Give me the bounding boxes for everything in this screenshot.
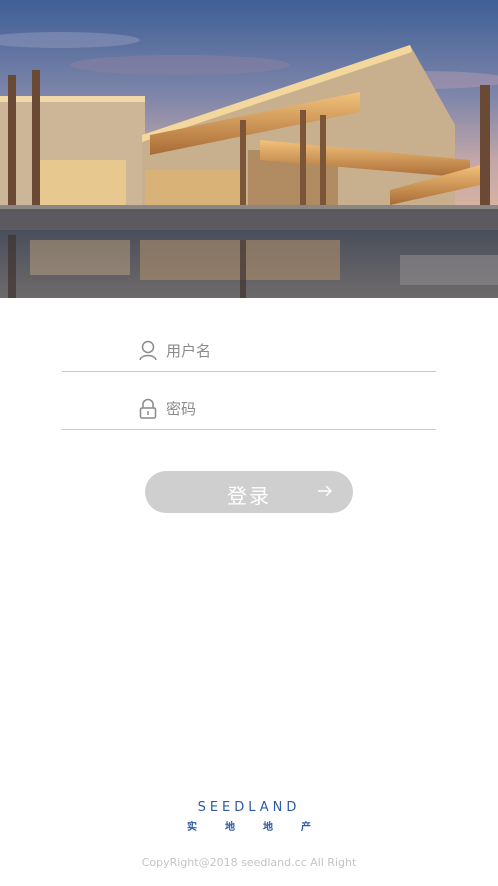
username-input[interactable] (166, 338, 416, 364)
seedland-logo: SEEDLAND 实 地 地 产 (180, 798, 318, 834)
hero-image (0, 0, 498, 298)
password-input[interactable] (166, 396, 416, 422)
lock-icon (138, 398, 158, 420)
logo-cn-char: 地 (263, 822, 273, 833)
logo-cn-char: 地 (225, 822, 235, 833)
logo-cn-char: 实 (187, 822, 197, 833)
login-button[interactable]: 登录 (145, 471, 353, 513)
logo-text: SEEDLAND (198, 800, 301, 815)
username-field-row (62, 332, 436, 372)
user-icon (138, 340, 158, 362)
logo-cn-char: 产 (301, 822, 311, 833)
password-field-row (62, 390, 436, 430)
seedland-wordmark: SEEDLAND (198, 800, 301, 815)
arrow-right-icon (317, 483, 333, 499)
copyright-text: CopyRight@2018 seedland.cc All Right (141, 856, 357, 869)
logo-cn-text: 实 地 地 产 (180, 818, 318, 833)
